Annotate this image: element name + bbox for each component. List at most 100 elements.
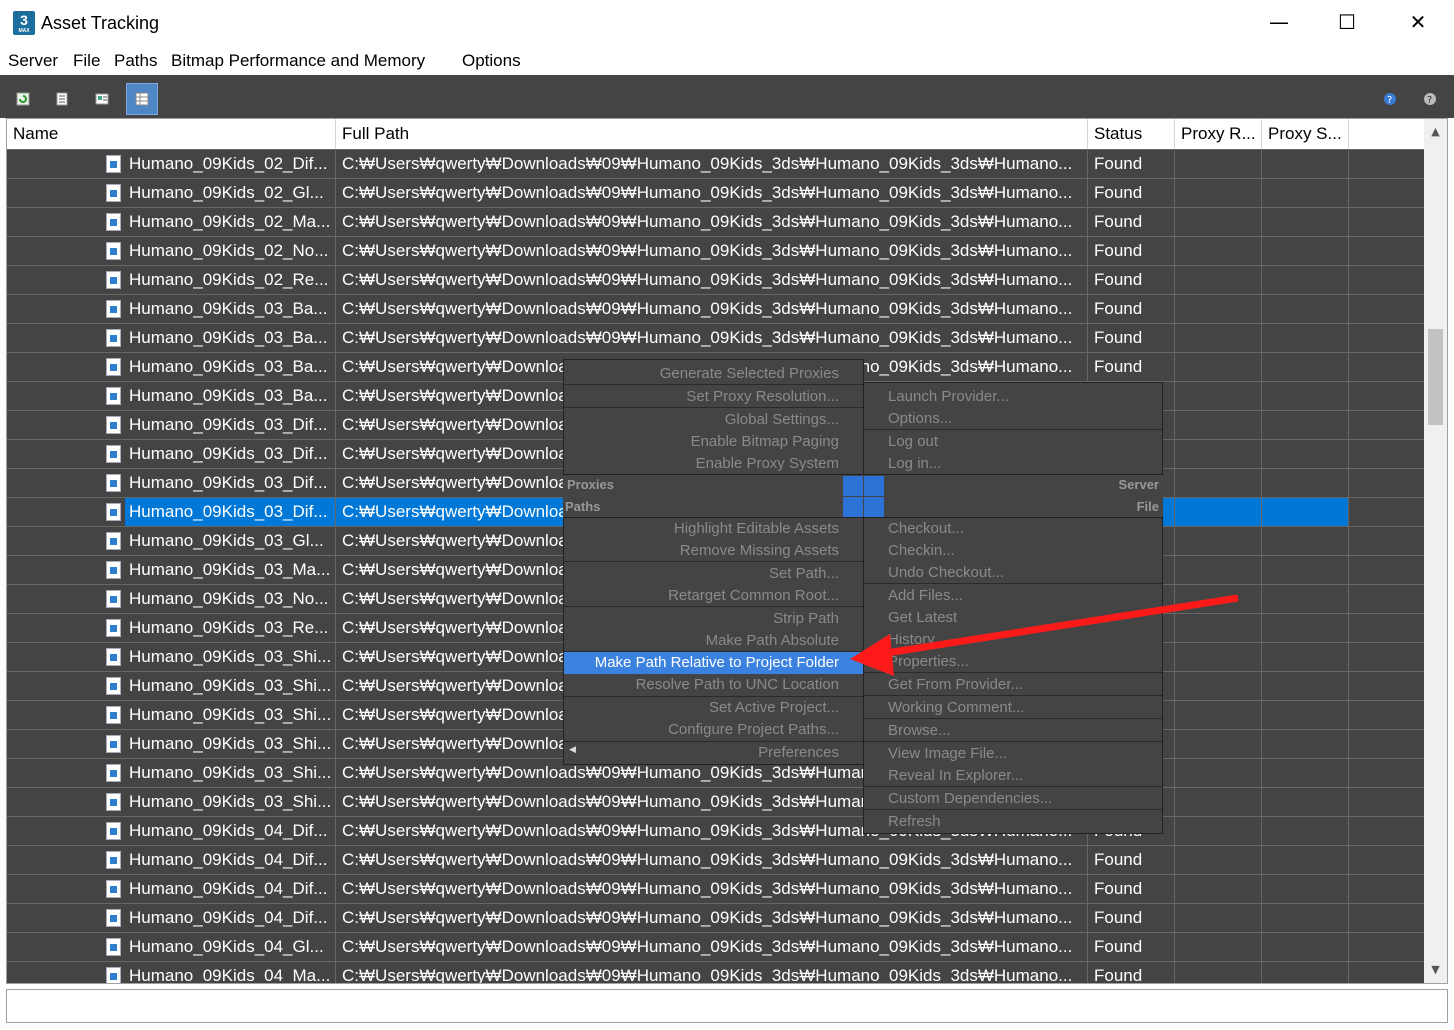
proxy-resolution-cell[interactable] — [1175, 672, 1262, 700]
name-cell[interactable]: Humano_09Kids_03_Shi... — [7, 701, 336, 729]
proxy-resolution-cell[interactable] — [1175, 440, 1262, 468]
full-path-cell[interactable]: C:₩Users₩qwerty₩Downloads₩09₩Humano_09Ki… — [336, 875, 1088, 903]
status-cell[interactable]: Found — [1088, 846, 1175, 874]
quad-server-box[interactable] — [864, 476, 884, 496]
status-cell[interactable]: Found — [1088, 962, 1175, 983]
proxy-resolution-cell[interactable] — [1175, 788, 1262, 816]
thumbnail-view-icon[interactable] — [86, 83, 118, 115]
vertical-scrollbar[interactable]: ▲ ▼ — [1424, 119, 1447, 983]
proxy-resolution-cell[interactable] — [1175, 295, 1262, 323]
menu-item-checkout[interactable]: Checkout... — [864, 518, 1162, 540]
name-cell[interactable]: Humano_09Kids_03_Ba... — [7, 353, 336, 381]
name-cell[interactable]: Humano_09Kids_03_Ba... — [7, 295, 336, 323]
menu-item-set-proxy-resolution[interactable]: Set Proxy Resolution... — [564, 386, 863, 408]
proxy-resolution-cell[interactable] — [1175, 382, 1262, 410]
proxy-status-cell[interactable] — [1262, 498, 1349, 526]
proxy-status-cell[interactable] — [1262, 759, 1349, 787]
menu-item-highlight-editable-assets[interactable]: Highlight Editable Assets — [564, 518, 863, 540]
name-cell[interactable]: Humano_09Kids_03_Shi... — [7, 672, 336, 700]
menu-item-get-from-provider[interactable]: Get From Provider... — [864, 674, 1162, 696]
proxy-resolution-cell[interactable] — [1175, 469, 1262, 497]
table-row[interactable]: Humano_09Kids_04_Gl... C:₩Users₩qwerty₩Do… — [7, 932, 1425, 961]
menu-item-log-out[interactable]: Log out — [864, 431, 1162, 453]
full-path-cell[interactable]: C:₩Users₩qwerty₩Downloads₩09₩Humano_09Ki… — [336, 295, 1088, 323]
status-cell[interactable]: Found — [1088, 179, 1175, 207]
minimize-button[interactable]: — — [1244, 0, 1314, 46]
proxy-status-cell[interactable] — [1262, 672, 1349, 700]
proxy-resolution-cell[interactable] — [1175, 759, 1262, 787]
name-cell[interactable]: Humano_09Kids_02_Dif... — [7, 150, 336, 178]
menu-item-global-settings[interactable]: Global Settings... — [564, 409, 863, 431]
full-path-cell[interactable]: C:₩Users₩qwerty₩Downloads₩09₩Humano_09Ki… — [336, 266, 1088, 294]
name-cell[interactable]: Humano_09Kids_04_Dif... — [7, 846, 336, 874]
proxy-resolution-cell[interactable] — [1175, 643, 1262, 671]
table-row[interactable]: Humano_09Kids_04_Dif... C:₩Users₩qwerty₩D… — [7, 903, 1425, 932]
proxy-status-cell[interactable] — [1262, 353, 1349, 381]
proxy-resolution-cell[interactable] — [1175, 875, 1262, 903]
menu-item-add-files[interactable]: Add Files... — [864, 585, 1162, 607]
proxy-status-cell[interactable] — [1262, 846, 1349, 874]
name-cell[interactable]: Humano_09Kids_02_Re... — [7, 266, 336, 294]
table-view-icon[interactable] — [126, 83, 158, 115]
menu-item-undo-checkout[interactable]: Undo Checkout... — [864, 562, 1162, 584]
name-cell[interactable]: Humano_09Kids_03_Re... — [7, 614, 336, 642]
column-header-name[interactable]: Name — [7, 119, 336, 149]
menu-item-browse[interactable]: Browse... — [864, 720, 1162, 742]
proxy-status-cell[interactable] — [1262, 237, 1349, 265]
name-cell[interactable]: Humano_09Kids_04_Ma... — [7, 962, 336, 983]
name-cell[interactable]: Humano_09Kids_04_Gl... — [7, 933, 336, 961]
proxy-status-cell[interactable] — [1262, 527, 1349, 555]
proxy-status-cell[interactable] — [1262, 150, 1349, 178]
proxy-status-cell[interactable] — [1262, 266, 1349, 294]
list-view-icon[interactable] — [46, 83, 78, 115]
proxy-status-cell[interactable] — [1262, 730, 1349, 758]
table-row[interactable]: Humano_09Kids_04_Dif... C:₩Users₩qwerty₩D… — [7, 874, 1425, 903]
full-path-cell[interactable]: C:₩Users₩qwerty₩Downloads₩09₩Humano_09Ki… — [336, 904, 1088, 932]
proxy-status-cell[interactable] — [1262, 179, 1349, 207]
menu-item-options[interactable]: Options... — [864, 408, 1162, 430]
proxy-resolution-cell[interactable] — [1175, 730, 1262, 758]
refresh-icon[interactable] — [7, 83, 39, 115]
menu-item-enable-bitmap-paging[interactable]: Enable Bitmap Paging — [564, 431, 863, 453]
quad-file-box[interactable] — [864, 497, 884, 517]
proxy-resolution-cell[interactable] — [1175, 556, 1262, 584]
proxy-status-cell[interactable] — [1262, 701, 1349, 729]
menu-item-configure-project-paths[interactable]: Configure Project Paths... — [564, 719, 863, 741]
status-cell[interactable]: Found — [1088, 150, 1175, 178]
proxy-status-cell[interactable] — [1262, 904, 1349, 932]
proxy-status-cell[interactable] — [1262, 382, 1349, 410]
proxy-status-cell[interactable] — [1262, 933, 1349, 961]
menu-item-refresh[interactable]: Refresh — [864, 811, 1162, 833]
name-cell[interactable]: Humano_09Kids_03_Shi... — [7, 730, 336, 758]
scroll-up-arrow-icon[interactable]: ▲ — [1424, 121, 1447, 143]
proxy-status-cell[interactable] — [1262, 585, 1349, 613]
name-cell[interactable]: Humano_09Kids_03_Gl... — [7, 527, 336, 555]
proxy-resolution-cell[interactable] — [1175, 817, 1262, 845]
name-cell[interactable]: Humano_09Kids_03_Dif... — [7, 469, 336, 497]
proxy-resolution-cell[interactable] — [1175, 498, 1262, 526]
help-icon[interactable]: ? — [1375, 83, 1407, 115]
status-cell[interactable]: Found — [1088, 266, 1175, 294]
name-cell[interactable]: Humano_09Kids_03_No... — [7, 585, 336, 613]
table-row[interactable]: Humano_09Kids_02_No... C:₩Users₩qwerty₩Do… — [7, 236, 1425, 265]
options-icon[interactable]: ? — [1414, 83, 1446, 115]
status-cell[interactable]: Found — [1088, 295, 1175, 323]
name-cell[interactable]: Humano_09Kids_03_Ba... — [7, 324, 336, 352]
menu-item-make-path-absolute[interactable]: Make Path Absolute — [564, 630, 863, 652]
proxy-resolution-cell[interactable] — [1175, 237, 1262, 265]
name-cell[interactable]: Humano_09Kids_03_Dif... — [7, 440, 336, 468]
table-row[interactable]: Humano_09Kids_02_Dif... C:₩Users₩qwerty₩D… — [7, 149, 1425, 178]
proxy-status-cell[interactable] — [1262, 295, 1349, 323]
column-header-proxy-resolution[interactable]: Proxy R... — [1175, 119, 1262, 149]
menu-server[interactable]: Server — [8, 51, 58, 71]
table-row[interactable]: Humano_09Kids_02_Ma... C:₩Users₩qwerty₩Do… — [7, 207, 1425, 236]
scrollbar-thumb[interactable] — [1428, 329, 1443, 425]
proxy-resolution-cell[interactable] — [1175, 353, 1262, 381]
status-cell[interactable]: Found — [1088, 904, 1175, 932]
menu-paths[interactable]: Paths — [114, 51, 157, 71]
quad-paths-box[interactable] — [843, 497, 863, 517]
proxy-status-cell[interactable] — [1262, 614, 1349, 642]
menu-item-strip-path[interactable]: Strip Path — [564, 608, 863, 630]
proxy-status-cell[interactable] — [1262, 208, 1349, 236]
proxy-status-cell[interactable] — [1262, 324, 1349, 352]
